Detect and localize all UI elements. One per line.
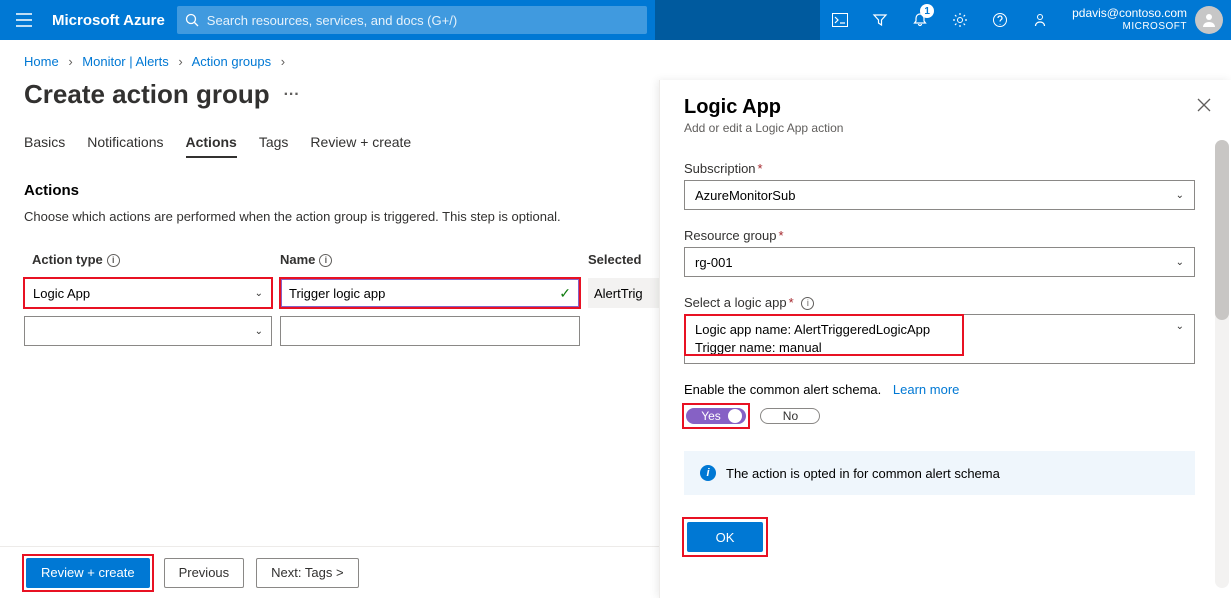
resource-group-field: Resource group* rg-001 ⌄ [684, 228, 1195, 277]
avatar-icon [1200, 11, 1218, 29]
avatar [1195, 6, 1223, 34]
account-email: pdavis@contoso.com [1072, 6, 1187, 20]
breadcrumb-action-groups[interactable]: Action groups [192, 54, 272, 69]
breadcrumb: Home › Monitor | Alerts › Action groups … [0, 40, 1231, 75]
logic-app-panel: Logic App Add or edit a Logic App action… [659, 80, 1231, 598]
global-search[interactable] [177, 6, 647, 34]
logic-app-select[interactable]: Logic app name: AlertTriggeredLogicApp T… [684, 314, 1195, 364]
previous-button[interactable]: Previous [164, 558, 245, 588]
help-icon [992, 12, 1008, 28]
rg-label: Resource group* [684, 228, 1195, 243]
chevron-down-icon: ⌄ [255, 288, 263, 299]
panel-title: Logic App [684, 96, 1207, 119]
action-name-input-empty[interactable] [280, 316, 580, 346]
panel-body: Subscription* AzureMonitorSub ⌄ Resource… [660, 145, 1231, 575]
col-name: Namei [280, 252, 588, 267]
account-text: pdavis@contoso.com MICROSOFT [1072, 6, 1187, 34]
schema-toggle-row: Yes No [684, 405, 1195, 427]
person-feedback-icon [1032, 12, 1048, 28]
close-button[interactable] [1197, 98, 1211, 112]
azure-topbar: Microsoft Azure 1 pdavis@contoso.com MIC… [0, 0, 1231, 40]
breadcrumb-monitor[interactable]: Monitor | Alerts [82, 54, 168, 69]
more-actions-button[interactable]: ··· [284, 86, 300, 104]
topbar-spacer [655, 0, 820, 40]
logic-app-field: Select a logic app* i Logic app name: Al… [684, 295, 1195, 364]
subscription-value: AzureMonitorSub [695, 188, 795, 203]
filter-icon [872, 12, 888, 28]
review-create-button[interactable]: Review + create [26, 558, 150, 588]
directories-button[interactable] [860, 0, 900, 40]
notifications-button[interactable]: 1 [900, 0, 940, 40]
info-banner-text: The action is opted in for common alert … [726, 466, 1000, 481]
scrollbar-thumb[interactable] [1215, 140, 1229, 320]
rg-select[interactable]: rg-001 ⌄ [684, 247, 1195, 277]
cloud-shell-button[interactable] [820, 0, 860, 40]
account-tenant: MICROSOFT [1072, 20, 1187, 34]
search-input[interactable] [177, 6, 647, 34]
tab-actions[interactable]: Actions [186, 128, 237, 158]
info-banner: i The action is opted in for common aler… [684, 451, 1195, 495]
review-create-highlight: Review + create [24, 556, 152, 590]
schema-text: Enable the common alert schema. [684, 382, 881, 397]
subscription-field: Subscription* AzureMonitorSub ⌄ [684, 161, 1195, 210]
panel-subtitle: Add or edit a Logic App action [684, 121, 1207, 135]
chevron-down-icon: ⌄ [1176, 257, 1184, 268]
main-content: Home › Monitor | Alerts › Action groups … [0, 40, 1231, 598]
notification-badge: 1 [920, 4, 934, 18]
info-icon[interactable]: i [801, 297, 814, 310]
action-name-input[interactable]: Trigger logic app ✓ [280, 278, 580, 308]
cloud-shell-icon [832, 13, 848, 27]
ok-button[interactable]: OK [687, 522, 763, 552]
tab-basics[interactable]: Basics [24, 128, 65, 158]
schema-label-row: Enable the common alert schema. Learn mo… [684, 382, 1195, 397]
account-menu[interactable]: pdavis@contoso.com MICROSOFT [1060, 6, 1231, 34]
logic-app-value: Logic app name: AlertTriggeredLogicApp T… [695, 321, 930, 357]
page-title: Create action group [24, 79, 270, 110]
next-button[interactable]: Next: Tags > [256, 558, 358, 588]
action-name-value: Trigger logic app [289, 286, 385, 301]
close-icon [1197, 98, 1211, 112]
chevron-down-icon: ⌄ [1176, 190, 1184, 201]
chevron-right-icon: › [62, 54, 78, 69]
breadcrumb-home[interactable]: Home [24, 54, 59, 69]
chevron-right-icon: › [275, 54, 291, 69]
rg-value: rg-001 [695, 255, 733, 270]
chevron-down-icon: ⌄ [255, 326, 263, 337]
gear-icon [952, 12, 968, 28]
info-icon[interactable]: i [107, 254, 120, 267]
subscription-select[interactable]: AzureMonitorSub ⌄ [684, 180, 1195, 210]
subscription-label: Subscription* [684, 161, 1195, 176]
action-type-value: Logic App [33, 286, 90, 301]
settings-button[interactable] [940, 0, 980, 40]
schema-toggle-highlight: Yes [684, 405, 748, 427]
help-button[interactable] [980, 0, 1020, 40]
brand-label: Microsoft Azure [48, 12, 177, 29]
panel-header: Logic App Add or edit a Logic App action [660, 80, 1231, 145]
tab-review[interactable]: Review + create [310, 128, 411, 158]
checkmark-icon: ✓ [559, 285, 571, 302]
hamburger-icon [16, 13, 32, 27]
ok-highlight: OK [684, 519, 766, 555]
learn-more-link[interactable]: Learn more [893, 382, 959, 397]
col-action-type: Action typei [24, 252, 280, 267]
action-type-select[interactable]: Logic App ⌄ [24, 278, 272, 308]
chevron-right-icon: › [172, 54, 188, 69]
chevron-down-icon: ⌄ [1176, 321, 1184, 332]
schema-toggle-yes[interactable]: Yes [686, 408, 746, 424]
hamburger-menu[interactable] [0, 0, 48, 40]
logic-app-label: Select a logic app* i [684, 295, 1195, 310]
topbar-actions: 1 [820, 0, 1060, 40]
action-type-select-empty[interactable]: ⌄ [24, 316, 272, 346]
info-icon[interactable]: i [319, 254, 332, 267]
schema-toggle-no[interactable]: No [760, 408, 820, 424]
tab-notifications[interactable]: Notifications [87, 128, 163, 158]
tab-tags[interactable]: Tags [259, 128, 289, 158]
feedback-button[interactable] [1020, 0, 1060, 40]
info-icon: i [700, 465, 716, 481]
